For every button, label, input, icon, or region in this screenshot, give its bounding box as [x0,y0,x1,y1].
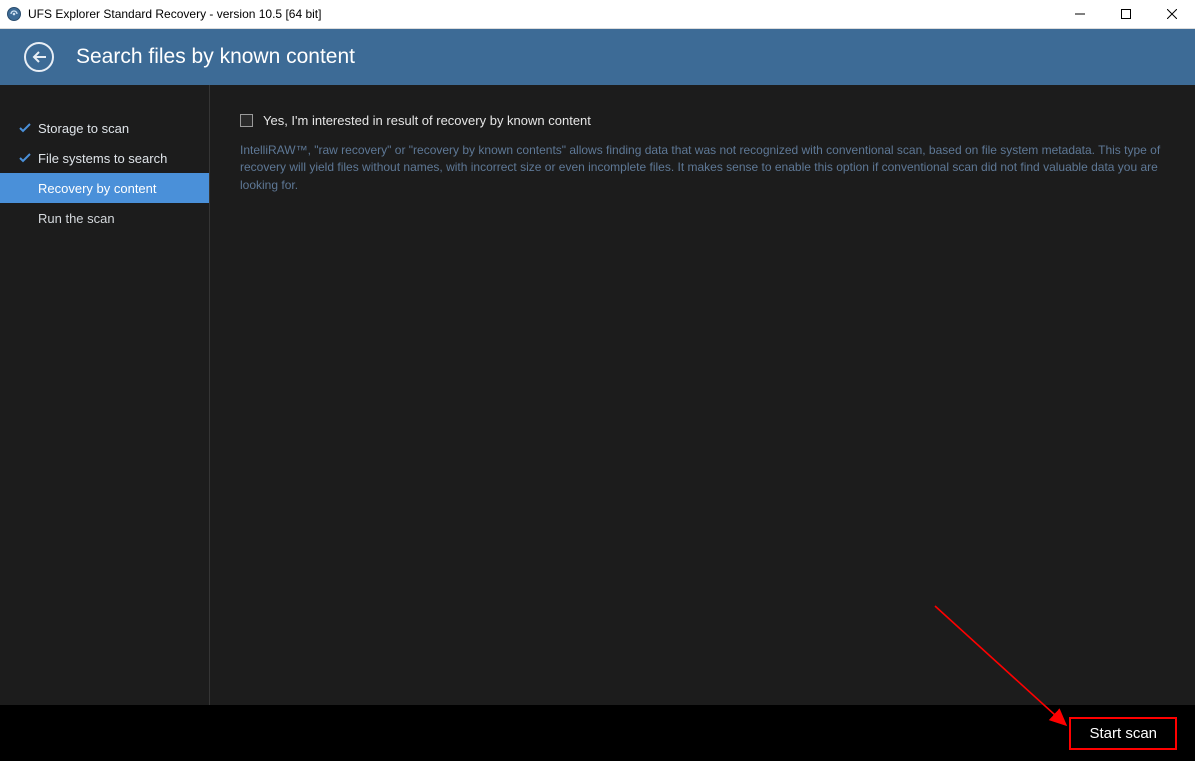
wizard-sidebar: Storage to scan File systems to search R… [0,85,210,705]
check-icon [18,151,32,165]
start-scan-label: Start scan [1089,725,1157,742]
main-body: Storage to scan File systems to search R… [0,85,1195,705]
page-title: Search files by known content [76,45,355,69]
sidebar-item-label: File systems to search [38,151,167,166]
check-icon [18,121,32,135]
titlebar-left: UFS Explorer Standard Recovery - version… [0,6,321,22]
sidebar-item-storage[interactable]: Storage to scan [0,113,209,143]
maximize-button[interactable] [1103,0,1149,29]
sidebar-item-filesystems[interactable]: File systems to search [0,143,209,173]
sidebar-item-label: Recovery by content [38,181,157,196]
option-description: IntelliRAW™, "raw recovery" or "recovery… [240,142,1165,194]
content-panel: Yes, I'm interested in result of recover… [210,85,1195,705]
arrow-left-icon [31,50,47,64]
start-scan-button[interactable]: Start scan [1069,717,1177,750]
back-button[interactable] [24,42,54,72]
sidebar-item-label: Run the scan [38,211,115,226]
page-header: Search files by known content [0,29,1195,85]
close-button[interactable] [1149,0,1195,29]
sidebar-item-recovery-content[interactable]: Recovery by content [0,173,209,203]
recovery-checkbox[interactable] [240,114,253,127]
app-icon [6,6,22,22]
minimize-button[interactable] [1057,0,1103,29]
window-title: UFS Explorer Standard Recovery - version… [28,7,321,21]
option-row: Yes, I'm interested in result of recover… [240,113,1165,128]
window-titlebar: UFS Explorer Standard Recovery - version… [0,0,1195,29]
checkbox-label: Yes, I'm interested in result of recover… [263,113,591,128]
footer-bar: Start scan [0,705,1195,761]
sidebar-item-run-scan[interactable]: Run the scan [0,203,209,233]
sidebar-item-label: Storage to scan [38,121,129,136]
window-controls [1057,0,1195,29]
